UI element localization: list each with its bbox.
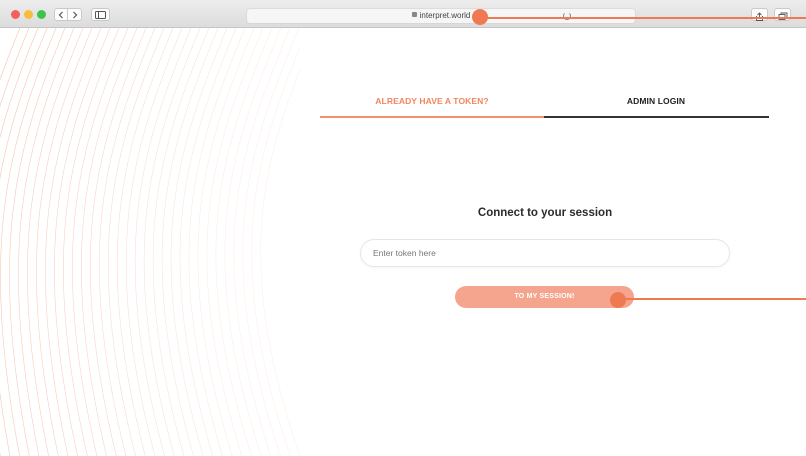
active-tab-indicator — [320, 116, 544, 118]
token-input[interactable] — [360, 239, 730, 267]
share-button[interactable] — [751, 8, 768, 21]
address-bar[interactable]: interpret.world — [247, 9, 635, 23]
sidebar-toggle-button[interactable] — [91, 8, 110, 21]
session-heading: Connect to your session — [477, 207, 613, 219]
tab-admin-login[interactable]: ADMIN LOGIN — [544, 96, 768, 106]
lock-icon — [411, 12, 417, 18]
to-my-session-button[interactable]: TO MY SESSION! — [455, 286, 634, 308]
back-button[interactable] — [54, 8, 68, 21]
decorative-wave-lines — [0, 28, 300, 456]
annotation-line — [485, 17, 806, 19]
annotation-marker — [472, 9, 488, 25]
sidebar-icon — [95, 10, 106, 19]
annotation-line — [626, 298, 806, 300]
tab-divider — [544, 116, 769, 118]
url-text: interpret.world — [419, 11, 471, 20]
forward-arrow-icon — [72, 11, 77, 18]
annotation-marker — [610, 292, 626, 308]
tab-already-have-token[interactable]: ALREADY HAVE A TOKEN? — [320, 96, 544, 106]
zoom-window-button[interactable] — [37, 10, 46, 19]
minimize-window-button[interactable] — [24, 10, 33, 19]
tab-overview-button[interactable] — [774, 8, 791, 21]
back-arrow-icon — [58, 11, 63, 18]
close-window-button[interactable] — [11, 10, 20, 19]
forward-button[interactable] — [68, 8, 82, 21]
browser-toolbar: interpret.world — [0, 0, 806, 28]
